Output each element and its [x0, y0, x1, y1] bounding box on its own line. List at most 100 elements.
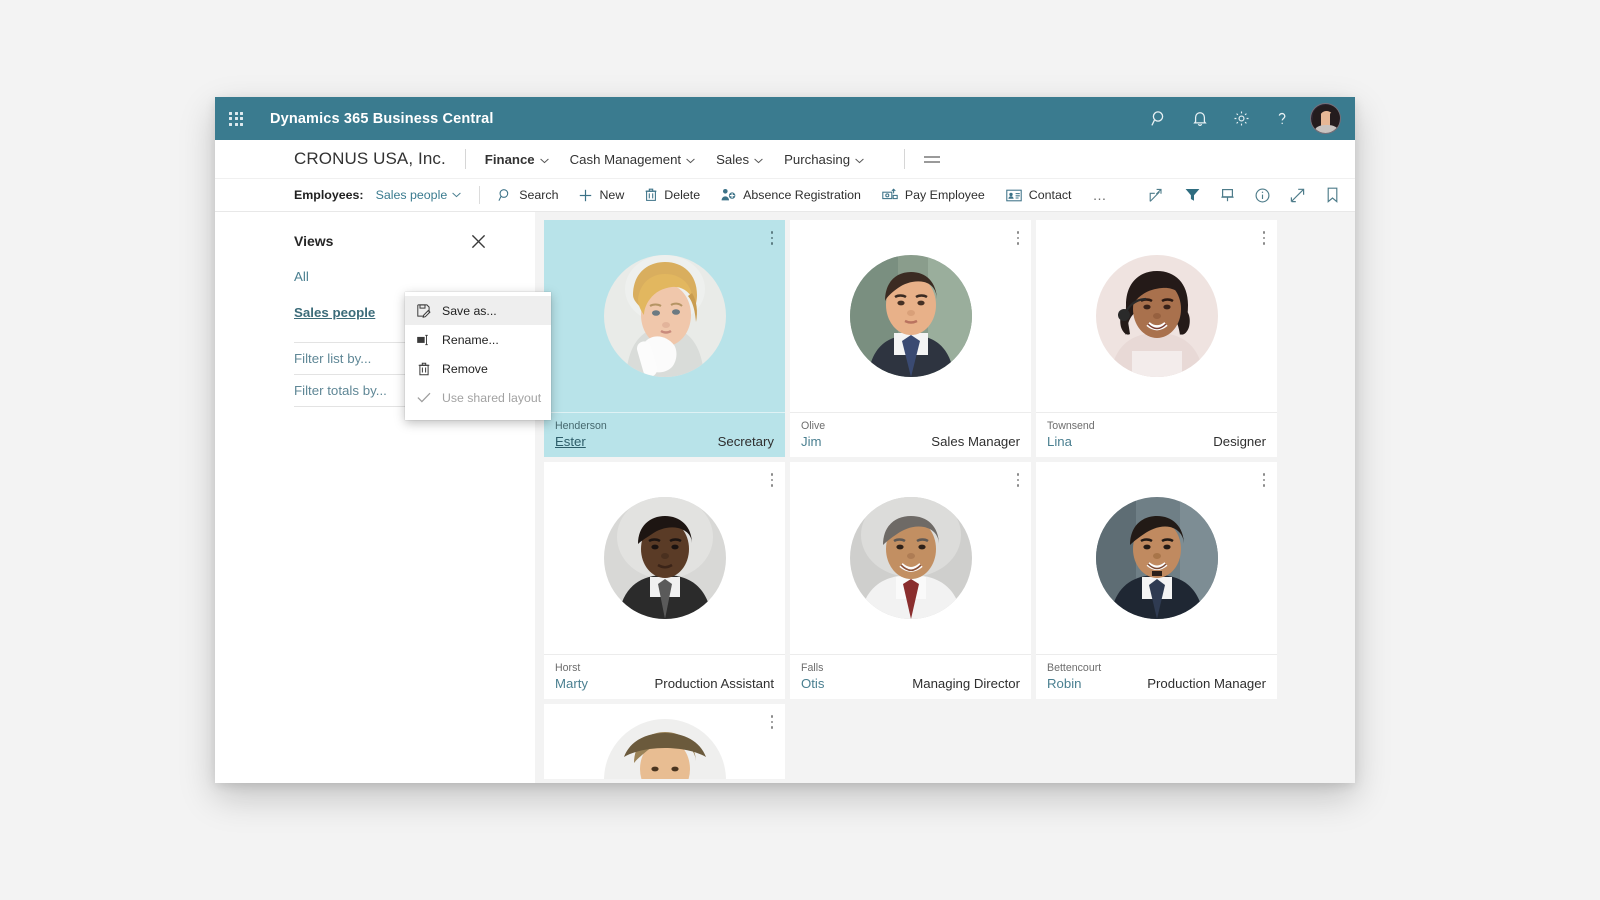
employee-surname: Horst: [555, 662, 581, 674]
context-menu-item-remove[interactable]: Remove: [405, 354, 551, 383]
context-menu-item-label: Remove: [442, 361, 488, 376]
delete-button-label: Delete: [664, 188, 701, 202]
close-x-icon[interactable]: [467, 230, 489, 252]
employee-given-name-link[interactable]: Jim: [801, 434, 822, 449]
topbar-actions: [1146, 103, 1355, 134]
delete-button[interactable]: Delete: [645, 188, 700, 202]
card-more-vertical-icon[interactable]: [1016, 231, 1019, 245]
card-more-vertical-icon[interactable]: [1016, 473, 1019, 487]
employee-meta: Bettencourt Robin Production Manager: [1036, 654, 1277, 699]
card-more-vertical-icon[interactable]: [1262, 473, 1265, 487]
views-header: Views: [294, 230, 535, 252]
employee-surname: Bettencourt: [1047, 662, 1102, 674]
user-avatar[interactable]: [1310, 103, 1341, 134]
pin-icon[interactable]: [1218, 186, 1236, 204]
nav-item-label: Sales: [716, 151, 750, 167]
search-icon[interactable]: [1146, 106, 1172, 132]
nav-item-finance[interactable]: Finance: [485, 152, 549, 167]
trash-icon: [417, 362, 431, 376]
employee-job-title: Production Manager: [1147, 676, 1266, 691]
info-circle-icon[interactable]: [1253, 186, 1271, 204]
employee-card[interactable]: Henderson Ester Secretary: [544, 220, 785, 457]
screenshot-root: Dynamics 365 Business Central CRONUS USA…: [0, 0, 1600, 900]
context-menu-item-label: Use shared layout: [442, 390, 542, 405]
pay-employee-icon: [882, 188, 898, 202]
filter-funnel-icon[interactable]: [1183, 186, 1201, 204]
view-item-all[interactable]: All: [294, 269, 488, 288]
employee-given-name-link[interactable]: Otis: [801, 676, 824, 691]
card-more-vertical-icon[interactable]: [770, 715, 773, 729]
card-more-vertical-icon[interactable]: [770, 473, 773, 487]
company-navigation-row: CRONUS USA, Inc. Finance Cash Management…: [215, 140, 1355, 179]
view-selector-label: Sales people: [375, 188, 448, 202]
employee-job-title: Sales Manager: [931, 434, 1020, 449]
employee-card[interactable]: Bettencourt Robin Production Manager: [1036, 462, 1277, 699]
new-button[interactable]: New: [579, 188, 624, 202]
bookmark-icon[interactable]: [1323, 186, 1341, 204]
employee-job-title: Secretary: [717, 434, 774, 449]
absence-registration-button[interactable]: Absence Registration: [721, 188, 861, 202]
chevron-down-icon: [754, 152, 763, 167]
employee-given-name-link[interactable]: Marty: [555, 676, 588, 691]
card-more-vertical-icon[interactable]: [770, 231, 773, 245]
filter-list-by-label: Filter list by...: [294, 351, 372, 366]
employee-job-title: Managing Director: [912, 676, 1020, 691]
more-actions-button[interactable]: …: [1093, 187, 1109, 203]
view-selector-dropdown[interactable]: Sales people: [376, 188, 462, 202]
share-icon[interactable]: [1148, 186, 1166, 204]
pay-employee-button[interactable]: Pay Employee: [882, 188, 985, 202]
employee-card-partial[interactable]: [544, 704, 785, 779]
notification-bell-icon[interactable]: [1187, 106, 1213, 132]
employee-photo: [544, 220, 785, 412]
nav-item-label: Purchasing: [784, 151, 851, 167]
top-navigation-bar: Dynamics 365 Business Central: [215, 97, 1355, 140]
plus-icon: [579, 189, 592, 202]
employee-surname: Henderson: [555, 420, 607, 432]
employee-avatar: [849, 255, 972, 377]
settings-gear-icon[interactable]: [1228, 106, 1254, 132]
search-button[interactable]: Search: [498, 188, 558, 202]
expand-arrows-icon[interactable]: [1288, 186, 1306, 204]
nav-divider-2: [904, 149, 906, 169]
employee-photo: [790, 220, 1031, 412]
app-title: Dynamics 365 Business Central: [270, 110, 494, 127]
employee-surname: Townsend: [1047, 420, 1095, 432]
views-panel: Views All Sales people Filter list by...…: [215, 212, 551, 783]
app-launcher-icon[interactable]: [228, 111, 244, 127]
context-menu-item-use-shared-layout[interactable]: Use shared layout: [405, 383, 551, 412]
context-menu-item-label: Rename...: [442, 332, 499, 347]
views-title: Views: [294, 233, 334, 249]
employee-card[interactable]: Falls Otis Managing Director: [790, 462, 1031, 699]
toolbar-right-icons: [1148, 186, 1341, 204]
nav-item-purchasing[interactable]: Purchasing: [784, 152, 864, 167]
help-question-icon[interactable]: [1269, 106, 1295, 132]
employee-given-name-link[interactable]: Lina: [1047, 434, 1072, 449]
employee-given-name-link[interactable]: Ester: [555, 434, 586, 449]
nav-item-cash-management[interactable]: Cash Management: [570, 152, 695, 167]
list-hamburger-icon[interactable]: [924, 155, 941, 163]
contact-button[interactable]: Contact: [1006, 188, 1072, 202]
chevron-down-icon: [855, 152, 864, 167]
context-menu-item-save-as[interactable]: Save as...: [405, 296, 551, 325]
card-more-vertical-icon[interactable]: [1262, 231, 1265, 245]
chevron-down-icon: [539, 152, 549, 167]
contact-card-icon: [1006, 189, 1022, 202]
view-item-label: All: [294, 269, 309, 284]
employee-card-grid: Henderson Ester Secretary Olive Jim Sale…: [535, 212, 1355, 783]
page-body: Views All Sales people Filter list by...…: [215, 212, 1355, 783]
toolbar-divider: [479, 186, 481, 204]
employee-given-name-link[interactable]: Robin: [1047, 676, 1081, 691]
pay-employee-label: Pay Employee: [904, 188, 985, 202]
employee-avatar: [849, 497, 972, 619]
context-menu-item-rename[interactable]: Rename...: [405, 325, 551, 354]
nav-item-sales[interactable]: Sales: [716, 152, 763, 167]
chevron-down-icon: [452, 192, 461, 198]
context-menu-item-label: Save as...: [442, 303, 497, 318]
company-name: CRONUS USA, Inc.: [294, 149, 446, 168]
checkmark-icon: [417, 391, 431, 405]
employee-card[interactable]: Horst Marty Production Assistant: [544, 462, 785, 699]
employee-card[interactable]: Olive Jim Sales Manager: [790, 220, 1031, 457]
card-grid-inner: Henderson Ester Secretary Olive Jim Sale…: [544, 220, 1346, 779]
nav-item-label: Cash Management: [569, 151, 682, 167]
employee-card[interactable]: Townsend Lina Designer: [1036, 220, 1277, 457]
